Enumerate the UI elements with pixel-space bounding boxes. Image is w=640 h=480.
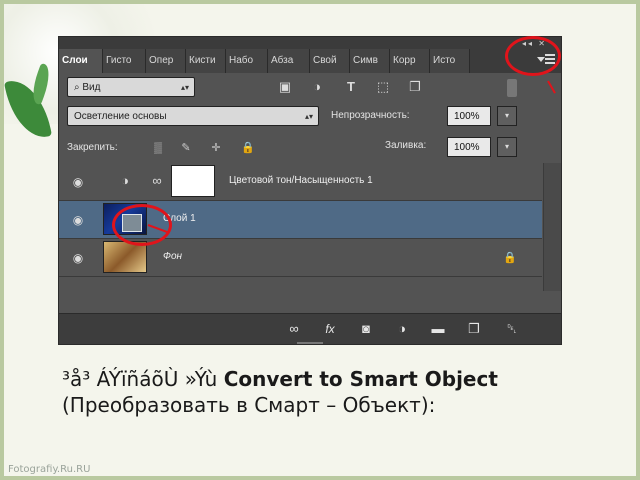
tab-3[interactable]: Опер: [146, 49, 186, 73]
opacity-input[interactable]: 100%: [447, 106, 491, 126]
chain-link-icon[interactable]: ∞: [149, 173, 165, 189]
folder-icon[interactable]: ▬: [429, 320, 447, 338]
panel-tabs: Слои Гисто Опер Кисти Набо Абза Свой Симв Корр Ис…: [59, 49, 470, 73]
lock-pixels-brush-icon[interactable]: ✎: [179, 141, 193, 155]
adjustment-filter-icon[interactable]: ◑: [309, 79, 325, 95]
instruction-caption: ³å³ ÁÝïñáõÙ »Ýù Convert to Smart Object …: [62, 366, 602, 418]
opacity-dropdown-button[interactable]: ▾: [497, 106, 517, 126]
lock-transparency-icon[interactable]: ▒: [151, 141, 165, 155]
panel-bottom-bar: ∞ fx ◙ ◑ ▬ ❐ ␡: [59, 313, 561, 344]
filter-value: Вид: [82, 82, 101, 93]
fill-dropdown-button[interactable]: ▾: [497, 137, 517, 157]
tab-2[interactable]: Гисто: [103, 49, 146, 73]
slide-border-right: [636, 0, 640, 480]
blend-row: Осветление основы ▴▾ Непрозрачность: 100…: [59, 101, 561, 131]
tab-8[interactable]: Симв: [350, 49, 390, 73]
chevron-updown-icon: ▴▾: [304, 112, 313, 121]
shape-filter-icon[interactable]: ⬚: [375, 79, 391, 95]
layers-panel: ◂◂ ✕ Слои Гисто Опер Кисти Набо Абза Свой Симв К…: [58, 36, 562, 345]
smart-object-filter-icon[interactable]: ❐: [407, 79, 423, 95]
tab-1[interactable]: Слои: [59, 49, 103, 73]
tab-7[interactable]: Свой: [310, 49, 350, 73]
link-icon[interactable]: ∞: [285, 320, 303, 338]
layer-mask-thumbnail[interactable]: [171, 165, 215, 197]
lock-icon: 🔒: [503, 252, 517, 264]
resize-grip[interactable]: [297, 342, 323, 344]
lock-row: Закрепить: ▒ ✎ ✛ 🔒 Заливка: 100% ▾: [59, 133, 561, 163]
blend-mode-value: Осветление основы: [74, 111, 167, 122]
fill-label: Заливка:: [385, 140, 427, 151]
tab-9[interactable]: Корр: [390, 49, 430, 73]
tab-6[interactable]: Абза: [268, 49, 310, 73]
blend-mode-select[interactable]: Осветление основы ▴▾: [67, 106, 319, 126]
adjustment-layer-icon: ◑: [121, 173, 129, 188]
type-filter-icon[interactable]: T: [343, 79, 359, 95]
layer-row-hue-saturation[interactable]: ◉ ◑ ∞ Цветовой тон/Насыщенность 1: [59, 163, 542, 201]
lock-position-move-icon[interactable]: ✛: [209, 141, 223, 155]
watermark: Fotografiy.Ru.RU: [8, 464, 91, 475]
tab-10[interactable]: Исто: [430, 49, 470, 73]
opacity-label: Непрозрачность:: [331, 110, 410, 121]
eye-icon[interactable]: ◉: [69, 212, 87, 228]
chevron-updown-icon: ▴▾: [180, 83, 189, 92]
caption-prefix: ³å³ ÁÝïñáõÙ »Ýù: [62, 367, 224, 391]
filter-row: ⌕ Вид ▴▾ ▣ ◑ T ⬚ ❐: [59, 73, 561, 101]
lock-all-icon[interactable]: 🔒: [241, 141, 255, 155]
eye-icon[interactable]: ◉: [69, 250, 87, 266]
adjustment-icon[interactable]: ◑: [393, 320, 411, 338]
eye-icon[interactable]: ◉: [69, 174, 87, 190]
panel-tab-bar: ◂◂ ✕ Слои Гисто Опер Кисти Набо Абза Свой Симв К…: [59, 37, 561, 73]
layer-name: Цветовой тон/Насыщенность 1: [229, 175, 373, 186]
highlight-circle-menu: [505, 36, 561, 76]
lock-label: Закрепить:: [67, 142, 118, 153]
caption-bold: Convert to Smart Object: [223, 367, 498, 391]
highlight-circle-thumbnail: [112, 204, 172, 246]
caption-suffix: (Преобразовать в Смарт – Объект):: [62, 393, 436, 417]
fx-icon[interactable]: fx: [321, 320, 339, 338]
new-layer-icon[interactable]: ❐: [465, 320, 483, 338]
trash-icon[interactable]: ␡: [503, 320, 521, 338]
pixel-filter-icon[interactable]: ▣: [277, 79, 293, 95]
tab-4[interactable]: Кисти: [186, 49, 226, 73]
filter-select[interactable]: ⌕ Вид ▴▾: [67, 77, 195, 97]
mask-icon[interactable]: ◙: [357, 320, 375, 338]
tab-5[interactable]: Набо: [226, 49, 268, 73]
layer-name: Фон: [163, 251, 183, 262]
fill-input[interactable]: 100%: [447, 137, 491, 157]
layers-scrollbar[interactable]: [543, 163, 561, 291]
filter-toggle[interactable]: [507, 79, 517, 97]
